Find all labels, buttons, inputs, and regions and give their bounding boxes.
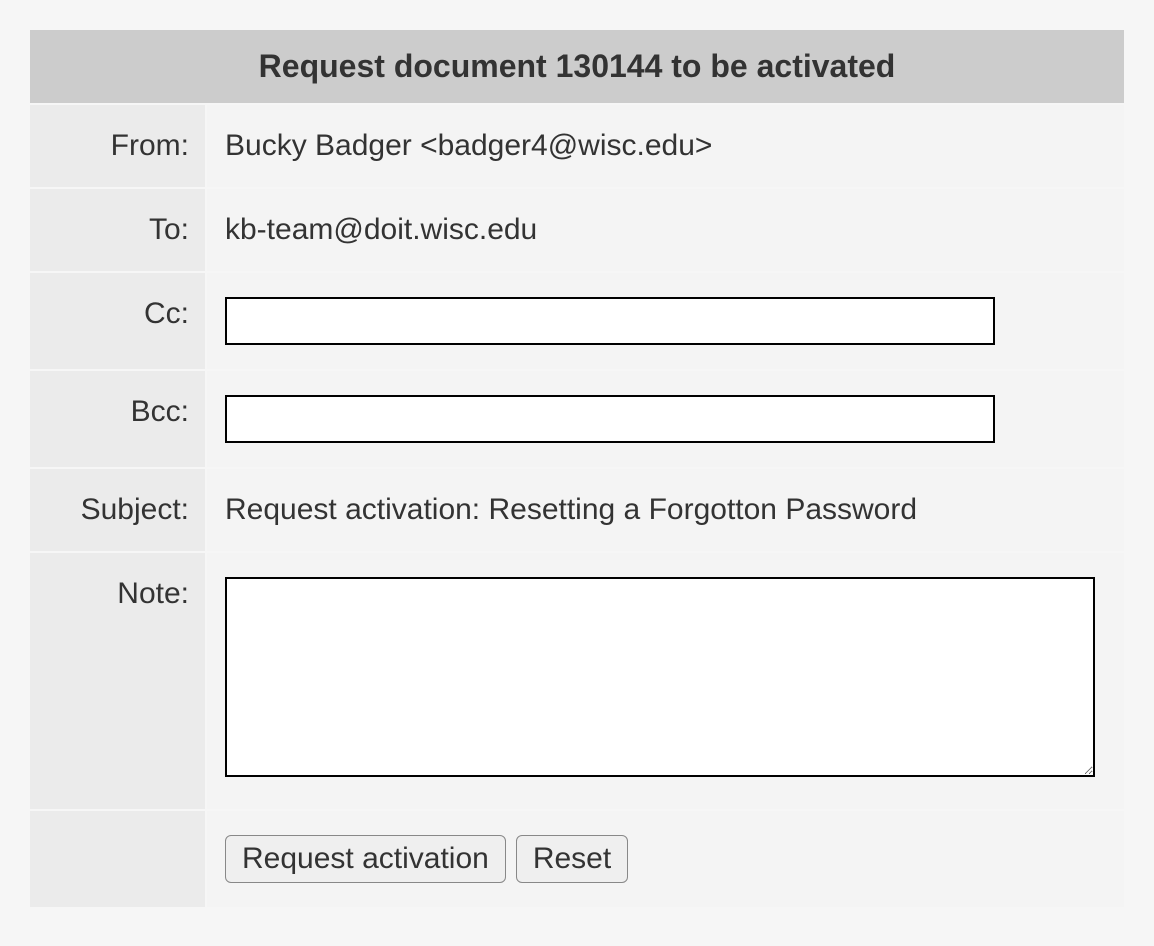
- activation-request-form: Request document 130144 to be activated …: [28, 28, 1126, 909]
- form-title: Request document 130144 to be activated: [30, 30, 1124, 103]
- cc-label: Cc:: [30, 273, 205, 369]
- cc-input[interactable]: [225, 297, 995, 345]
- note-label: Note:: [30, 553, 205, 809]
- subject-label: Subject:: [30, 469, 205, 551]
- note-textarea[interactable]: [225, 577, 1095, 777]
- button-row: Request activation Reset: [225, 835, 1106, 883]
- to-label: To:: [30, 189, 205, 271]
- to-value: kb-team@doit.wisc.edu: [207, 189, 1124, 271]
- from-value: Bucky Badger <badger4@wisc.edu>: [207, 105, 1124, 187]
- bcc-input[interactable]: [225, 395, 995, 443]
- reset-button[interactable]: Reset: [516, 835, 628, 883]
- button-row-label: [30, 811, 205, 907]
- from-label: From:: [30, 105, 205, 187]
- subject-value: Request activation: Resetting a Forgotto…: [207, 469, 1124, 551]
- request-activation-button[interactable]: Request activation: [225, 835, 506, 883]
- bcc-label: Bcc:: [30, 371, 205, 467]
